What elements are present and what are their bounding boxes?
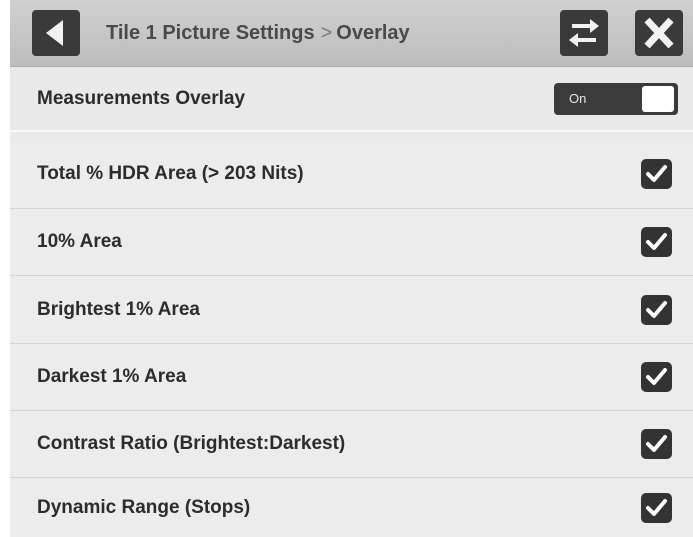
option-row: Total % HDR Area (> 203 Nits) xyxy=(10,140,693,209)
option-row: Dynamic Range (Stops) xyxy=(10,478,693,537)
option-label: Darkest 1% Area xyxy=(37,366,187,387)
option-label: Contrast Ratio (Brightest:Darkest) xyxy=(37,433,346,454)
breadcrumb-title: Tile 1 Picture Settings xyxy=(106,22,315,44)
option-label: 10% Area xyxy=(37,231,122,252)
option-checkbox[interactable] xyxy=(641,493,672,523)
breadcrumb-separator: > xyxy=(320,22,333,44)
overlay-settings-panel: Tile 1 Picture Settings > Overlay Measurem… xyxy=(10,0,693,537)
toggle-knob xyxy=(642,86,674,112)
measurements-overlay-row: Measurements Overlay On xyxy=(10,67,693,132)
option-label: Total % HDR Area (> 203 Nits) xyxy=(37,163,304,184)
header-bar: Tile 1 Picture Settings > Overlay xyxy=(10,0,693,67)
option-row: Darkest 1% Area xyxy=(10,344,693,411)
option-row: Contrast Ratio (Brightest:Darkest) xyxy=(10,411,693,478)
option-row: 10% Area xyxy=(10,209,693,276)
back-arrow-icon xyxy=(46,20,63,46)
checkmark-icon xyxy=(646,499,667,516)
checkmark-icon xyxy=(646,368,667,385)
breadcrumb-current: Overlay xyxy=(336,22,410,44)
measurements-overlay-label: Measurements Overlay xyxy=(37,88,246,109)
back-button[interactable] xyxy=(32,10,80,56)
checkmark-icon xyxy=(646,165,667,182)
option-checkbox[interactable] xyxy=(641,295,672,325)
option-label: Brightest 1% Area xyxy=(37,299,200,320)
swap-button[interactable] xyxy=(560,10,608,56)
option-label: Dynamic Range (Stops) xyxy=(37,497,251,518)
option-checkbox[interactable] xyxy=(641,429,672,459)
option-checkbox[interactable] xyxy=(641,362,672,392)
option-checkbox[interactable] xyxy=(641,159,672,189)
measurements-overlay-toggle[interactable]: On xyxy=(554,83,678,115)
checkmark-icon xyxy=(646,435,667,452)
close-x-icon xyxy=(644,17,674,49)
option-checkbox[interactable] xyxy=(641,227,672,257)
checkmark-icon xyxy=(646,233,667,250)
toggle-state-text: On xyxy=(569,91,587,106)
option-row: Brightest 1% Area xyxy=(10,276,693,344)
breadcrumb: Tile 1 Picture Settings > Overlay xyxy=(106,22,410,45)
checkmark-icon xyxy=(646,301,667,318)
swap-arrows-icon xyxy=(569,19,599,47)
close-button[interactable] xyxy=(635,10,683,56)
